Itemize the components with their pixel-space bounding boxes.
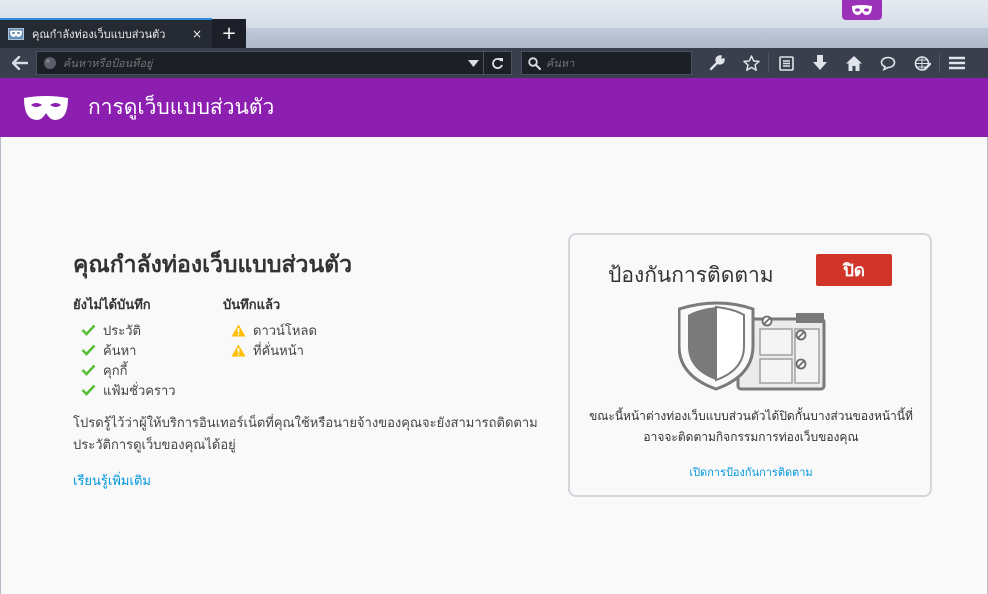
- url-input[interactable]: [63, 56, 463, 70]
- check-icon: [81, 344, 103, 356]
- back-arrow-icon: [12, 56, 28, 70]
- check-icon: [81, 364, 103, 376]
- list-item: คุกกี้: [81, 360, 176, 380]
- list-item: แฟ้มชั่วคราว: [81, 380, 176, 400]
- bookmark-star-button[interactable]: [734, 51, 768, 75]
- star-icon: [742, 54, 760, 71]
- banner-title: การดูเว็บแบบส่วนตัว: [88, 95, 275, 119]
- navigation-toolbar: [0, 48, 988, 78]
- list-item: ประวัติ: [81, 320, 176, 340]
- list-item: ดาวน์โหลด: [231, 320, 317, 340]
- home-button[interactable]: [837, 51, 871, 75]
- check-icon: [81, 324, 103, 336]
- dropdown-arrow-icon[interactable]: [463, 59, 483, 67]
- tracking-protection-description: ขณะนี้หน้าต่างท่องเว็บแบบส่วนตัวได้ปิดกั…: [589, 409, 913, 444]
- reload-icon: [492, 57, 503, 69]
- open-menu-button[interactable]: [940, 51, 974, 75]
- saved-heading: บันทึกแล้ว: [223, 298, 281, 313]
- globe-icon: [37, 56, 63, 70]
- close-tab-icon[interactable]: ×: [190, 27, 204, 41]
- mask-icon: [852, 4, 872, 15]
- list-item: ค้นหา: [81, 340, 176, 360]
- tracking-protection-toggle[interactable]: ปิด: [816, 254, 892, 286]
- reload-button[interactable]: [483, 52, 511, 74]
- tracking-protection-card: ป้องกันการติดตาม ปิด ขณะนี้หน้าต่างท่องเ…: [568, 233, 932, 497]
- enable-tracking-protection-link[interactable]: เปิดการป้องกันการติดตาม: [570, 463, 932, 481]
- wrench-icon: [709, 55, 725, 71]
- chat-button[interactable]: [871, 51, 905, 75]
- page-content: คุณกำลังท่องเว็บแบบส่วนตัว ยังไม่ได้บันท…: [0, 137, 988, 594]
- mask-icon: [24, 95, 68, 120]
- shield-illustration-icon: [678, 301, 826, 391]
- web-developer-button[interactable]: [905, 51, 939, 75]
- bookmarks-list-icon: [778, 55, 794, 71]
- url-bar[interactable]: [36, 51, 512, 75]
- browser-window: คุณกำลังท่องเว็บแบบส่วนตัว × + ค้นหาหรือ…: [0, 0, 988, 594]
- search-input[interactable]: [546, 56, 691, 70]
- list-item: ที่คั่นหน้า: [231, 340, 317, 360]
- list-item-label: ดาวน์โหลด: [253, 323, 317, 339]
- page-heading: คุณกำลังท่องเว็บแบบส่วนตัว: [73, 252, 353, 278]
- back-button[interactable]: [6, 51, 34, 75]
- developer-wrench-button[interactable]: [700, 51, 734, 75]
- list-item-label: แฟ้มชั่วคราว: [103, 383, 176, 399]
- download-arrow-icon: [813, 55, 827, 70]
- home-icon: [846, 55, 862, 71]
- list-item-label: คุกกี้: [103, 363, 128, 379]
- speech-bubble-icon: [880, 56, 896, 71]
- search-bar[interactable]: [521, 51, 692, 75]
- tracking-protection-title: ป้องกันการติดตาม: [608, 263, 774, 287]
- not-saved-heading: ยังไม่ได้บันทึก: [73, 298, 151, 313]
- globe-wrench-icon: [914, 55, 931, 71]
- list-item-label: ประวัติ: [103, 323, 141, 339]
- new-tab-button[interactable]: +: [212, 19, 246, 48]
- tracking-notice: โปรดรู้ไว้ว่าผู้ให้บริการอินเทอร์เน็ตที่…: [73, 416, 538, 453]
- warning-icon: [231, 344, 253, 357]
- not-saved-list: ประวัติ ค้นหา คุกกี้ แฟ้มชั่วคราว: [81, 320, 176, 400]
- bookmarks-menu-button[interactable]: [769, 51, 803, 75]
- private-browsing-banner: การดูเว็บแบบส่วนตัว: [0, 78, 988, 137]
- private-mask-favicon-icon: [8, 27, 26, 41]
- private-browsing-badge: [842, 0, 882, 20]
- browser-tab[interactable]: คุณกำลังท่องเว็บแบบส่วนตัว ×: [0, 18, 212, 48]
- list-item-label: ที่คั่นหน้า: [253, 343, 304, 359]
- hamburger-menu-icon: [949, 56, 965, 70]
- tab-title: คุณกำลังท่องเว็บแบบส่วนตัว: [32, 28, 166, 41]
- list-item-label: ค้นหา: [103, 343, 137, 359]
- check-icon: [81, 384, 103, 396]
- learn-more-link[interactable]: เรียนรู้เพิ่มเติม: [73, 470, 151, 491]
- downloads-button[interactable]: [803, 51, 837, 75]
- saved-list: ดาวน์โหลด ที่คั่นหน้า: [231, 320, 317, 360]
- warning-icon: [231, 324, 253, 337]
- search-icon: [522, 56, 546, 70]
- toolbar-icons: [700, 51, 974, 75]
